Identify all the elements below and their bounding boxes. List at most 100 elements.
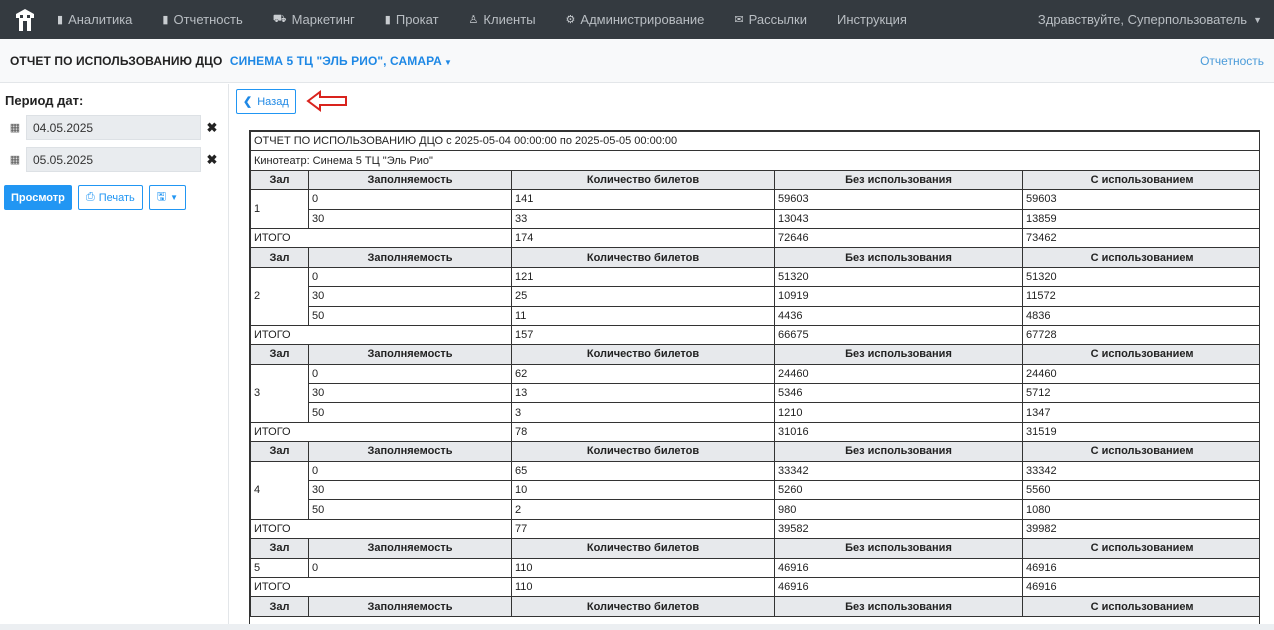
total-row: ИТОГО 110 46916 46916 <box>250 576 1259 598</box>
save-dropdown-button[interactable]: 🖫 ▼ <box>148 185 187 210</box>
table-cell: 50 <box>308 499 512 520</box>
date-to-row: ▦ 05.05.2025 ✖ <box>4 147 223 172</box>
clear-icon[interactable]: ✖ <box>201 152 223 168</box>
table-cell: 30 <box>308 383 512 404</box>
table-cell: 10 <box>511 480 775 501</box>
table-cell: 0 <box>308 363 512 385</box>
table-cell: 0 <box>308 460 512 482</box>
total-label: ИТОГО <box>250 518 512 540</box>
nav-item-5[interactable]: ⚙ Администрирование <box>551 0 720 39</box>
date-to-input[interactable]: 05.05.2025 <box>26 147 201 172</box>
table-cell: 46916 <box>1021 557 1259 578</box>
table-cell: 5346 <box>774 383 1023 404</box>
table-header-row: Зал Заполняемость Количество билетов Без ис… <box>250 344 1259 365</box>
hall-number: 3 <box>250 363 309 423</box>
nav-item-4[interactable]: ♙ Клиенты <box>454 0 551 39</box>
nav-item-2[interactable]: ⛟ Маркетинг <box>258 0 370 39</box>
table-row: 30 25 10919 11572 <box>251 286 1259 307</box>
date-from-input[interactable]: 04.05.2025 <box>26 115 201 140</box>
horizontal-scrollbar[interactable] <box>0 624 1274 630</box>
print-button[interactable]: ⎙ Печать <box>77 185 143 210</box>
table-row: 1 0 141 59603 59603 <box>250 189 1259 229</box>
column-header: С использованием <box>1021 538 1259 559</box>
table-row: 5 0 110 46916 46916 <box>250 557 1259 578</box>
caret-down-icon: ▼ <box>443 57 452 67</box>
total-cell: 67728 <box>1021 324 1259 346</box>
table-cell: 30 <box>308 208 512 229</box>
nav-item-label: Инструкция <box>836 12 907 27</box>
column-header: Заполняемость <box>308 538 512 559</box>
nav-item-7[interactable]: Инструкция <box>822 0 922 39</box>
calendar-icon[interactable]: ▦ <box>4 153 26 166</box>
table-cell: 59603 <box>1021 189 1259 210</box>
nav-item-label: Прокат <box>395 12 439 27</box>
report-table-container[interactable]: ОТЧЕТ ПО ИСПОЛЬЗОВАНИЮ ДЦО с 2025-05-04 … <box>249 130 1260 625</box>
nav-item-1[interactable]: ▮ Отчетность <box>147 0 257 39</box>
column-header: Заполняемость <box>308 441 512 462</box>
column-header: С использованием <box>1021 247 1259 268</box>
page-header: ОТЧЕТ ПО ИСПОЛЬЗОВАНИЮ ДЦО СИНЕМА 5 ТЦ "… <box>0 39 1274 83</box>
back-button[interactable]: ❮ Назад <box>236 89 296 114</box>
table-cell: 24460 <box>774 363 1023 385</box>
table-row: 4 0 65 33342 33342 <box>250 460 1259 520</box>
table-cell: 50 <box>308 402 512 423</box>
film-icon: ▮ <box>384 14 391 26</box>
calendar-icon[interactable]: ▦ <box>4 121 26 134</box>
total-cell: 78 <box>511 421 775 443</box>
period-label: Период дат: <box>5 93 84 108</box>
report-title-text: ОТЧЕТ ПО ИСПОЛЬЗОВАНИЮ ДЦО <box>10 53 223 68</box>
nav-item-0[interactable]: ▮ Аналитика <box>42 0 147 39</box>
table-cell: 5260 <box>774 480 1023 501</box>
column-header: Зал <box>250 596 309 617</box>
total-cell: 73462 <box>1021 227 1259 249</box>
table-cell: 110 <box>511 557 775 578</box>
table-cell: 121 <box>511 266 775 288</box>
total-row: ИТОГО 174 72646 73462 <box>250 227 1259 249</box>
back-label: Назад <box>257 95 289 108</box>
view-button[interactable]: Просмотр <box>4 185 72 210</box>
column-header: Количество билетов <box>511 596 775 617</box>
caret-down-icon: ▼ <box>1253 14 1262 25</box>
total-label: ИТОГО <box>250 421 512 443</box>
table-cell: 30 <box>308 286 512 307</box>
table-cell: 4436 <box>774 305 1023 326</box>
table-cell: 33342 <box>774 460 1023 482</box>
sidebar-actions: Просмотр ⎙ Печать 🖫 ▼ <box>4 185 187 210</box>
column-header: С использованием <box>1021 169 1259 191</box>
table-cell: 30 <box>308 480 512 501</box>
clear-icon[interactable]: ✖ <box>201 120 223 136</box>
cart-icon: ⛟ <box>272 12 287 25</box>
report-cinema: Кинотеатр: Синема 5 ТЦ "Эль Рио" <box>250 150 1259 171</box>
hall-number: 4 <box>250 460 309 520</box>
user-icon: ♙ <box>468 14 479 26</box>
breadcrumb-reports-link[interactable]: Отчетность <box>1200 54 1264 68</box>
column-header: Зал <box>250 441 309 462</box>
nav-item-3[interactable]: ▮ Прокат <box>370 0 454 39</box>
annotation-arrow-icon <box>306 90 347 112</box>
nav-item-label: Отчетность <box>173 12 243 27</box>
table-cell: 2 <box>511 499 775 520</box>
table-header-row: Зал Заполняемость Количество билетов Без ис… <box>250 596 1259 617</box>
column-header: Заполняемость <box>308 247 512 268</box>
column-header: Заполняемость <box>308 344 512 365</box>
total-label: ИТОГО <box>250 324 512 346</box>
cinema-selector[interactable]: СИНЕМА 5 ТЦ "ЭЛЬ РИО", САМАРА ▼ <box>230 54 452 68</box>
nav-item-label: Аналитика <box>68 12 133 27</box>
nav-item-6[interactable]: ✉ Рассылки <box>719 0 822 39</box>
user-menu[interactable]: Здравствуйте, Суперпользователь ▼ <box>1038 12 1274 27</box>
total-cell: 46916 <box>1021 576 1259 598</box>
table-cell: 0 <box>308 557 512 578</box>
logo-icon[interactable] <box>8 0 42 39</box>
nav-item-label: Маркетинг <box>291 12 355 27</box>
table-cell: 24460 <box>1021 363 1259 385</box>
table-cell: 1080 <box>1021 499 1259 520</box>
column-header: Без использования <box>774 538 1023 559</box>
table-cell: 50 <box>308 305 512 326</box>
total-row: ИТОГО 78 31016 31519 <box>250 421 1259 443</box>
table-cell: 33342 <box>1021 460 1259 482</box>
total-label: ИТОГО <box>250 227 512 249</box>
bar-chart-icon: ▮ <box>162 14 169 26</box>
hall-number: 2 <box>250 266 309 326</box>
table-cell: 13859 <box>1021 208 1259 229</box>
total-cell: 77 <box>511 518 775 540</box>
